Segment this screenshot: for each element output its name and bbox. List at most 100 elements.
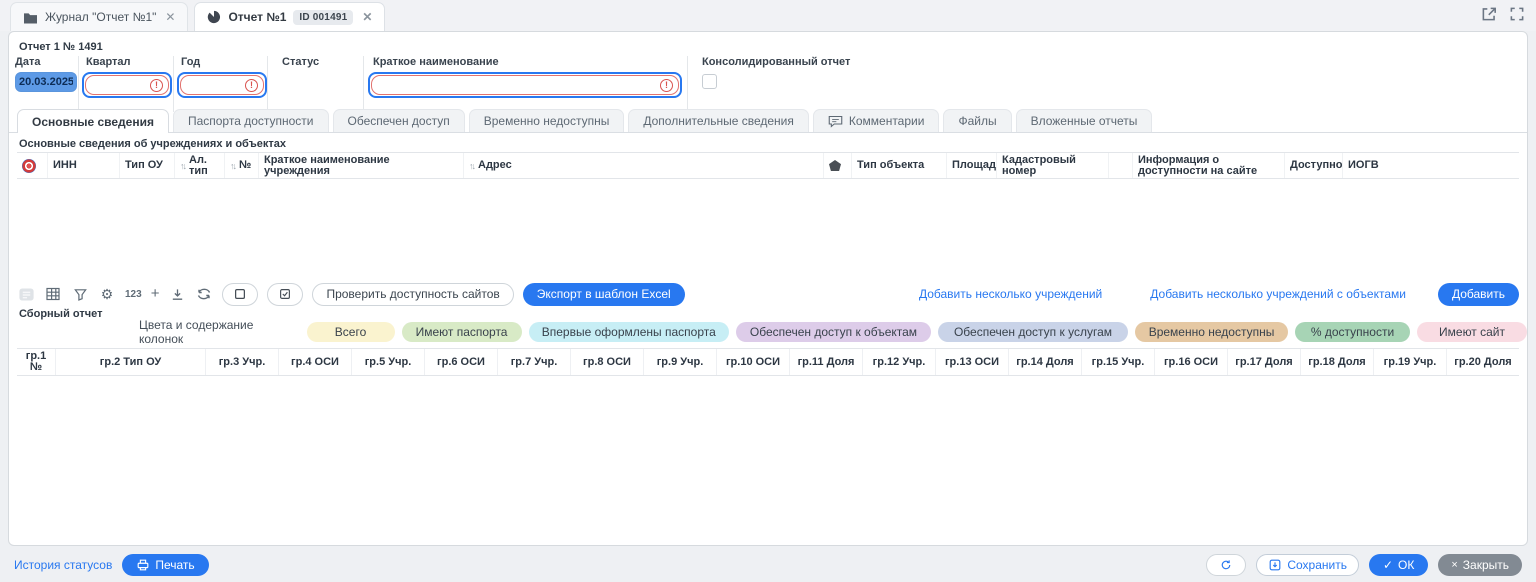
check-icon: ✓ (1383, 558, 1393, 572)
window-tab-0[interactable]: Журнал "Отчет №1"✕ (10, 2, 188, 31)
report-panel: Отчет 1 № 1491 Дата Квартал ! Год ! Стат… (8, 31, 1528, 546)
summary-column-header-14: гр.14 Доля (1008, 349, 1081, 375)
quarter-error-icon: ! (150, 79, 163, 92)
column-label: Ал. тип (189, 155, 219, 177)
summary-column-header-13: гр.13 ОСИ (935, 349, 1008, 375)
filter-icon[interactable] (71, 285, 89, 303)
summary-column-header-7: гр.7 Учр. (497, 349, 570, 375)
section-tab-1[interactable]: Паспорта доступности (173, 109, 329, 132)
section-tab-label: Файлы (958, 114, 996, 128)
legend-pill-5: Временно недоступны (1135, 322, 1288, 342)
column-label: Тип ОУ (125, 160, 163, 171)
date-label: Дата (15, 56, 77, 68)
window-tab-label: Отчет №1 (228, 10, 286, 24)
summary-column-header-4: гр.4 ОСИ (278, 349, 351, 375)
legend-pill-2: Впервые оформлены паспорта (529, 322, 729, 342)
column-label: Площадь (952, 160, 996, 171)
section-tab-label: Дополнительные сведения (643, 114, 793, 128)
legend-pill-7: Имеют сайт (1417, 322, 1527, 342)
sort-icon[interactable]: ↑↓ (469, 161, 474, 171)
column-label: Кадастровый номер (1002, 155, 1103, 177)
close-button[interactable]: × Закрыть (1438, 554, 1522, 576)
building-icon (829, 160, 841, 171)
main-table-header: ИНН Тип ОУ ↑↓ Ал. тип↑↓№Краткое наименовани… (17, 152, 1519, 179)
short-name-input[interactable] (371, 75, 679, 95)
status-label: Статус (282, 56, 363, 68)
grid-icon[interactable] (44, 285, 62, 303)
window-tab-bar: Журнал "Отчет №1"✕Отчет №1ID 001491✕ (0, 0, 1536, 31)
section-tab-5[interactable]: Комментарии (813, 109, 940, 132)
date-input[interactable] (15, 72, 77, 92)
summary-column-header-12: гр.12 Учр. (862, 349, 935, 375)
column-header-6[interactable]: ↑↓ Адрес (463, 153, 823, 178)
download-icon[interactable] (168, 285, 186, 303)
square-select-icon[interactable] (222, 283, 258, 306)
section-tab-4[interactable]: Дополнительные сведения (628, 109, 808, 132)
close-icon: × (1451, 559, 1457, 571)
window-corner-actions (1480, 5, 1526, 23)
column-status-circle-icon (1108, 153, 1132, 178)
column-label: Адрес (478, 160, 512, 171)
consolidated-label: Консолидированный отчет (702, 56, 907, 68)
plus-icon[interactable]: + (151, 287, 160, 301)
close-tab-icon[interactable]: ✕ (165, 10, 175, 24)
section-tab-label: Обеспечен доступ (348, 114, 450, 128)
legend-pill-4: Обеспечен доступ к услугам (938, 322, 1128, 342)
printer-icon (136, 558, 150, 572)
column-header-3[interactable]: ↑↓ Ал. тип (174, 153, 224, 178)
add-many-institutions-objects-link[interactable]: Добавить несколько учреждений с объектам… (1150, 287, 1406, 301)
section-tab-6[interactable]: Файлы (943, 109, 1011, 132)
save-button[interactable]: Сохранить (1256, 554, 1359, 576)
section-tab-label: Основные сведения (32, 115, 154, 129)
summary-column-header-17: гр.17 Доля (1227, 349, 1300, 375)
fullscreen-icon[interactable] (1508, 5, 1526, 23)
section-tab-label: Вложенные отчеты (1031, 114, 1138, 128)
ok-button[interactable]: ✓ ОК (1369, 554, 1428, 576)
summary-column-header-19: гр.19 Учр. (1373, 349, 1446, 375)
quarter-field-group: Квартал ! (78, 56, 174, 112)
gear-icon[interactable]: ⚙ (98, 285, 116, 303)
sort-icon[interactable]: ↑↓ (230, 161, 235, 171)
column-header-5: Краткое наименование учреждения (258, 153, 463, 178)
refresh-form-button[interactable] (1206, 554, 1246, 576)
save-icon (1268, 558, 1282, 572)
column-label: ИНН (53, 160, 77, 171)
sort-icon[interactable]: ↑↓ (180, 161, 185, 171)
comments-icon (828, 115, 843, 128)
add-button[interactable]: Добавить (1438, 283, 1519, 306)
target-icon (22, 159, 36, 173)
close-tab-icon[interactable]: ✕ (362, 10, 372, 24)
export-excel-button[interactable]: Экспорт в шаблон Excel (523, 283, 685, 306)
section-tab-label: Временно недоступны (484, 114, 610, 128)
summary-column-header-3: гр.3 Учр. (205, 349, 278, 375)
print-button[interactable]: Печать (122, 554, 208, 576)
folder-icon (23, 11, 38, 24)
section-tab-2[interactable]: Обеспечен доступ (333, 109, 465, 132)
summary-table-header: гр.1 №гр.2 Тип ОУгр.3 Учр.гр.4 ОСИгр.5 У… (17, 348, 1519, 376)
column-header-2: Тип ОУ (119, 153, 174, 178)
short-name-error-icon: ! (660, 79, 673, 92)
refresh-icon[interactable] (195, 285, 213, 303)
open-in-new-icon[interactable] (1480, 5, 1498, 23)
column-label: Тип объекта (857, 160, 924, 171)
refresh-icon (1220, 558, 1232, 572)
year-error-icon: ! (245, 79, 258, 92)
checkbox-select-icon[interactable] (267, 283, 303, 306)
section-tab-3[interactable]: Временно недоступны (469, 109, 625, 132)
status-history-link[interactable]: История статусов (14, 558, 112, 572)
status-field-group: Статус (267, 56, 363, 112)
add-many-institutions-link[interactable]: Добавить несколько учреждений (919, 287, 1102, 301)
summary-column-header-20: гр.20 Доля (1446, 349, 1519, 375)
window-tab-1[interactable]: Отчет №1ID 001491✕ (194, 2, 385, 31)
check-sites-button[interactable]: Проверить доступность сайтов (312, 283, 513, 306)
cards-icon[interactable] (17, 285, 35, 303)
numbers-icon[interactable]: 123 (125, 289, 142, 300)
consolidated-checkbox[interactable] (702, 74, 717, 89)
column-header-13: Доступно (1284, 153, 1342, 178)
footer-bar: История статусов Печать Сохранить ✓ ОК ×… (0, 548, 1536, 582)
section-tab-0[interactable]: Основные сведения (17, 109, 169, 133)
column-header-4[interactable]: ↑↓№ (224, 153, 258, 178)
section-tab-7[interactable]: Вложенные отчеты (1016, 109, 1153, 132)
legend-pill-0: Всего (307, 322, 395, 342)
report-window: Журнал "Отчет №1"✕Отчет №1ID 001491✕ Отч… (0, 0, 1536, 582)
